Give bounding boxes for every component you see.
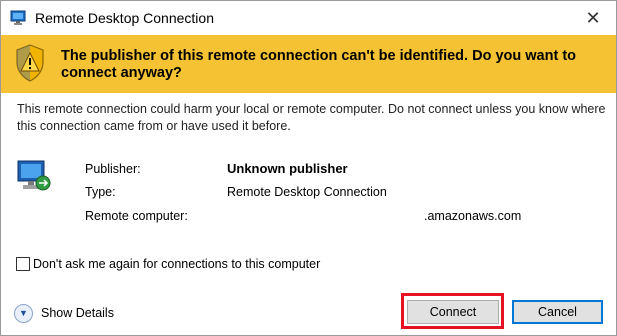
warning-banner: The publisher of this remote connection … xyxy=(1,35,616,93)
dont-ask-again-label[interactable]: Don't ask me again for connections to th… xyxy=(33,257,320,271)
publisher-value: Unknown publisher xyxy=(227,161,348,176)
title-bar[interactable]: Remote Desktop Connection ✕ xyxy=(1,1,616,35)
remote-computer-label: Remote computer: xyxy=(85,209,188,223)
close-icon: ✕ xyxy=(585,7,601,28)
warning-shield-icon xyxy=(16,44,44,82)
remote-computer-icon xyxy=(17,160,51,191)
risk-description: This remote connection could harm your l… xyxy=(17,102,606,133)
window-title: Remote Desktop Connection xyxy=(35,10,214,26)
remote-desktop-icon xyxy=(10,10,26,25)
show-details-button[interactable]: ▼ Show Details xyxy=(14,303,114,323)
type-value: Remote Desktop Connection xyxy=(227,185,387,199)
show-details-label: Show Details xyxy=(41,306,114,320)
redacted-hostname xyxy=(221,207,423,223)
warning-message: The publisher of this remote connection … xyxy=(61,48,577,81)
cancel-button[interactable]: Cancel xyxy=(512,300,603,324)
remote-computer-value: .amazonaws.com xyxy=(424,209,522,223)
remote-desktop-dialog: Remote Desktop Connection ✕ The publishe… xyxy=(0,0,617,336)
dont-ask-again-checkbox[interactable] xyxy=(16,257,30,271)
chevron-down-icon: ▼ xyxy=(14,303,33,323)
close-button[interactable]: ✕ xyxy=(570,1,616,35)
type-label: Type: xyxy=(85,185,116,199)
publisher-label: Publisher: xyxy=(85,162,141,176)
connect-button[interactable]: Connect xyxy=(407,300,499,324)
